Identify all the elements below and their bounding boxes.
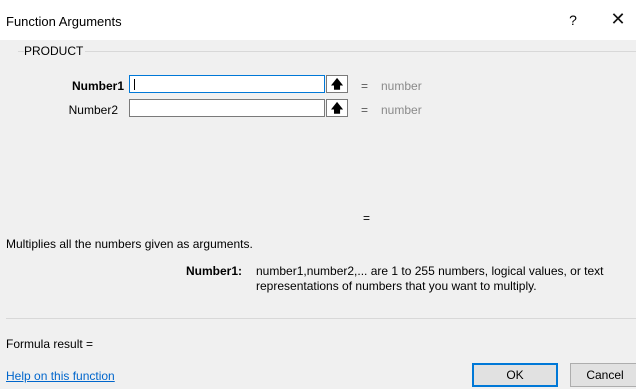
number1-collapse-button[interactable]: 🡅	[326, 75, 348, 93]
arg-label-number2: Number2	[68, 103, 118, 117]
arg-help-name: Number1:	[186, 264, 243, 278]
divider	[6, 318, 636, 319]
arg-help-line: number1,number2,... are 1 to 255 numbers…	[256, 264, 604, 278]
help-button[interactable]: ?	[565, 10, 581, 30]
function-name-label: PRODUCT	[24, 44, 86, 58]
arg-help-text: number1,number2,... are 1 to 255 numbers…	[256, 264, 636, 294]
number2-collapse-button[interactable]: 🡅	[326, 99, 348, 117]
formula-result: Formula result =	[6, 337, 94, 351]
cancel-button[interactable]: Cancel	[570, 363, 636, 387]
arrow-up-icon: 🡅	[330, 101, 344, 115]
arg-equals: =	[361, 103, 369, 117]
dialog-title: Function Arguments	[6, 14, 122, 29]
ok-button[interactable]: OK	[472, 363, 558, 387]
arrow-up-icon: 🡅	[330, 77, 344, 91]
function-description: Multiplies all the numbers given as argu…	[6, 237, 253, 251]
arg-help-line: representations of numbers that you want…	[256, 279, 537, 293]
title-bar: Function Arguments ? ✕	[0, 0, 636, 40]
arg-label-number1: Number1	[71, 79, 124, 93]
text-cursor	[134, 79, 135, 90]
arg-result-number2: number	[381, 103, 422, 117]
arg-equals: =	[361, 79, 369, 93]
number1-input[interactable]	[129, 75, 325, 93]
arg-result-number1: number	[381, 79, 422, 93]
function-result-equals: =	[363, 211, 371, 225]
close-button[interactable]: ✕	[607, 8, 629, 30]
number2-input[interactable]	[129, 99, 325, 117]
help-on-function-link[interactable]: Help on this function	[6, 369, 115, 383]
